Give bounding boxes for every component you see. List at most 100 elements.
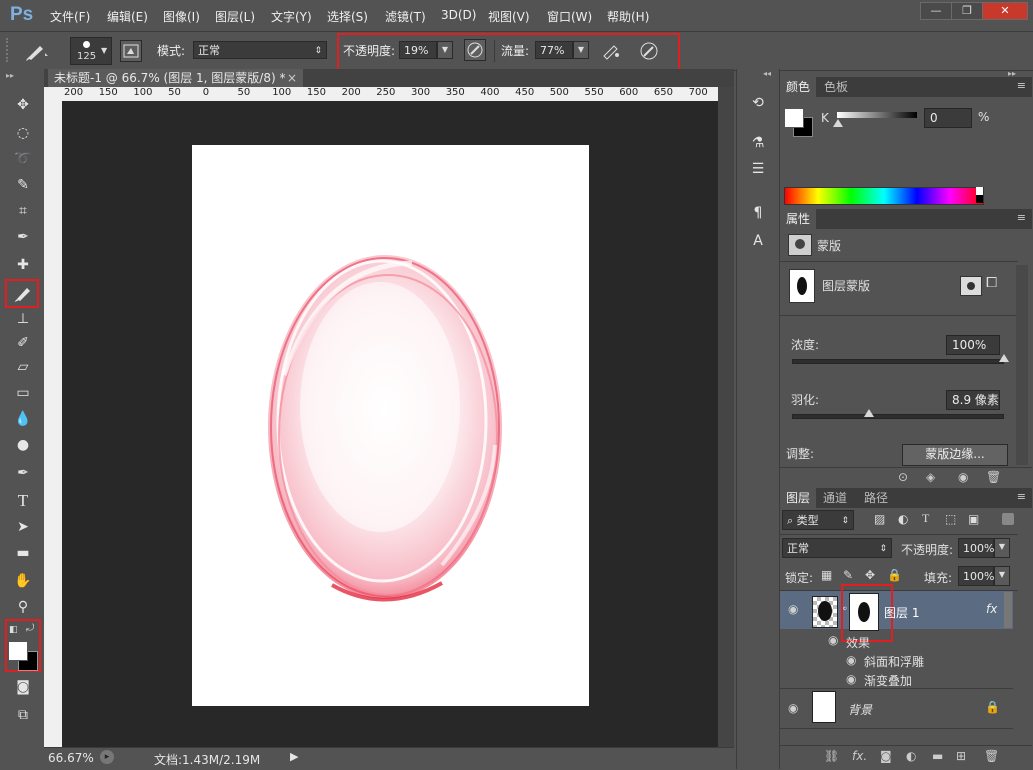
path-selection-tool-icon[interactable]: ➤ (11, 515, 35, 539)
menu-view[interactable]: 视图(V) (488, 8, 530, 25)
tab-properties[interactable]: 属性 (780, 209, 817, 229)
hand-tool-icon[interactable]: ✋ (11, 569, 35, 593)
lasso-tool-icon[interactable]: ➰ (11, 147, 35, 171)
eyedropper-tool-icon[interactable]: ✒ (11, 225, 35, 249)
shape-tool-icon[interactable]: ▬ (11, 541, 35, 565)
feather-slider-thumb[interactable] (864, 409, 874, 417)
properties-scrollbar[interactable] (1016, 265, 1028, 465)
airbrush-toggle-icon[interactable] (600, 40, 622, 62)
adjustment-sliders-icon[interactable]: ☰ (747, 158, 769, 180)
pressure-size-toggle-icon[interactable] (638, 40, 660, 62)
menu-filter[interactable]: 滤镜(T) (385, 8, 426, 25)
effect-visibility-eye-icon[interactable]: ◉ (846, 672, 856, 686)
flow-input[interactable]: 77% (535, 41, 573, 59)
density-slider[interactable] (792, 359, 1004, 364)
brush-panel-toggle-button[interactable] (120, 40, 142, 62)
menu-3d[interactable]: 3D(D) (441, 8, 476, 22)
tab-layers[interactable]: 图层 (780, 488, 817, 508)
tab-swatches[interactable]: 色板 (818, 77, 854, 97)
brush-tool-preset-icon[interactable] (24, 40, 50, 62)
menu-image[interactable]: 图像(I) (163, 8, 200, 25)
clone-stamp-tool-icon[interactable]: ⊥ (11, 307, 35, 331)
background-layer-name[interactable]: 背景 (848, 701, 872, 718)
brush-tool-icon[interactable] (11, 281, 35, 305)
fill-dropdown-button[interactable]: ▼ (994, 566, 1010, 586)
character-panel-icon[interactable]: A (747, 230, 769, 252)
toggle-mask-eye-icon[interactable]: ◉ (958, 470, 968, 484)
opacity-dropdown-button[interactable]: ▼ (437, 41, 453, 59)
tab-paths[interactable]: 路径 (858, 488, 894, 508)
apply-mask-icon[interactable]: ◈ (926, 470, 935, 484)
foreground-color-swatch[interactable] (8, 641, 28, 661)
fx-badge-icon[interactable]: fx (986, 602, 997, 616)
feather-input[interactable]: 8.9 像素 (946, 390, 1000, 410)
pen-tool-icon[interactable]: ✒ (11, 461, 35, 485)
color-fg-swatch[interactable] (784, 108, 804, 128)
quick-mask-icon[interactable]: ◙ (11, 675, 35, 699)
default-colors-icon[interactable]: ◧ (9, 625, 18, 635)
filter-type-icon[interactable]: T (922, 511, 929, 526)
filter-toggle-icon[interactable] (1002, 513, 1014, 525)
effects-visibility-eye-icon[interactable]: ◉ (828, 633, 838, 647)
swap-colors-icon[interactable]: ⤾ (26, 623, 34, 634)
paragraph-panel-icon[interactable]: ¶ (747, 202, 769, 224)
k-value-input[interactable]: 0 (924, 108, 972, 128)
flow-dropdown-button[interactable]: ▼ (573, 41, 589, 59)
add-mask-icon[interactable]: ◙ (880, 749, 892, 763)
dodge-tool-icon[interactable]: ● (11, 433, 35, 457)
type-tool-icon[interactable]: T (11, 489, 35, 513)
window-minimize-button[interactable]: — (920, 2, 952, 20)
document-tab[interactable]: 未标题-1 @ 66.7% (图层 1, 图层蒙版/8) * × (48, 69, 303, 87)
window-restore-button[interactable]: ❐ (951, 2, 983, 20)
status-info-icon[interactable]: ▸ (100, 750, 114, 764)
effect-gradient-overlay[interactable]: 渐变叠加 (864, 672, 912, 689)
canvas-document[interactable] (192, 145, 589, 706)
fill-input[interactable]: 100% (958, 566, 994, 586)
ramp-white[interactable] (976, 187, 983, 195)
ramp-black[interactable] (976, 195, 983, 203)
mode-dropdown[interactable]: 正常 ⇕ (193, 41, 327, 59)
lock-all-icon[interactable]: 🔒 (887, 568, 902, 582)
layer-mask-thumbnail[interactable] (789, 269, 815, 303)
screen-mode-icon[interactable]: ⧉ (11, 703, 35, 727)
quick-selection-tool-icon[interactable]: ✎ (11, 173, 35, 197)
lock-transparency-icon[interactable]: ▦ (821, 568, 832, 582)
new-layer-icon[interactable]: ⊞ (956, 749, 966, 763)
menu-help[interactable]: 帮助(H) (607, 8, 649, 25)
background-thumbnail[interactable] (812, 691, 836, 723)
effect-visibility-eye-icon[interactable]: ◉ (846, 653, 856, 667)
new-group-icon[interactable]: ▬ (932, 749, 943, 763)
brush-size-picker[interactable]: 125 ▼ (70, 37, 112, 65)
tool-presets-icon[interactable]: ⚗ (747, 132, 769, 154)
history-brush-tool-icon[interactable]: ✐ (11, 331, 35, 355)
delete-mask-icon[interactable]: 🗑 (986, 470, 1001, 484)
zoom-level[interactable]: 66.67% (48, 751, 94, 765)
load-selection-icon[interactable]: ⊙ (898, 470, 908, 484)
delete-layer-icon[interactable]: 🗑 (984, 749, 999, 763)
layer-opacity-input[interactable]: 100% (958, 538, 994, 558)
document-scrollbar[interactable] (718, 87, 734, 747)
blend-mode-dropdown[interactable]: 正常 ⇕ (782, 538, 892, 558)
gradient-tool-icon[interactable]: ▭ (11, 381, 35, 405)
layer-scrollbar[interactable] (1004, 592, 1012, 628)
lock-position-icon[interactable]: ✥ (865, 568, 875, 582)
marquee-tool-icon[interactable]: ◌ (11, 121, 35, 145)
k-slider-thumb[interactable] (833, 119, 843, 127)
filter-adjustment-icon[interactable]: ◐ (898, 512, 908, 526)
effect-bevel-emboss[interactable]: 斜面和浮雕 (864, 653, 924, 670)
filter-pixel-icon[interactable]: ▨ (874, 512, 885, 526)
color-ramp[interactable] (784, 187, 984, 205)
window-close-button[interactable]: ✕ (982, 2, 1028, 20)
add-style-icon[interactable]: fx. (852, 749, 867, 763)
panel-menu-icon[interactable]: ≡ (1017, 79, 1026, 92)
filter-shape-icon[interactable]: ⬚ (945, 512, 956, 526)
eraser-tool-icon[interactable]: ▱ (11, 355, 35, 379)
tab-channels[interactable]: 通道 (817, 488, 853, 508)
tab-color[interactable]: 颜色 (780, 77, 817, 97)
collapse-arrows-icon[interactable]: ▸▸ (6, 71, 14, 80)
background-visibility-eye-icon[interactable]: ◉ (788, 701, 798, 715)
menu-edit[interactable]: 编辑(E) (107, 8, 148, 25)
mask-edge-button[interactable]: 蒙版边缘... (902, 444, 1008, 466)
healing-brush-tool-icon[interactable]: ✚ (11, 253, 35, 277)
menu-layer[interactable]: 图层(L) (215, 8, 255, 25)
